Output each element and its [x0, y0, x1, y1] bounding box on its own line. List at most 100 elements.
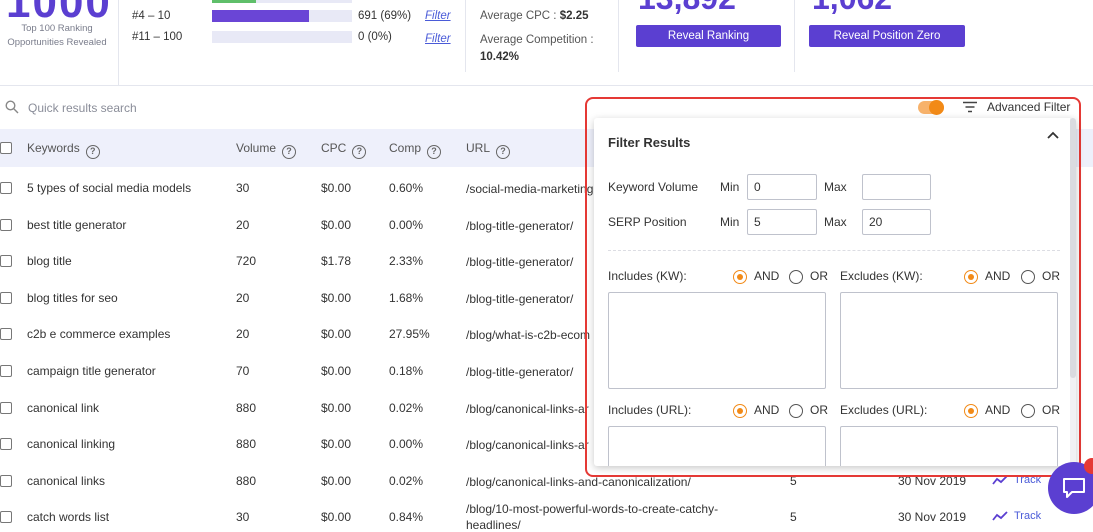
track-label: Track	[1014, 510, 1042, 522]
row-checkbox[interactable]	[0, 365, 12, 377]
track-button[interactable]: Track	[992, 510, 1041, 522]
reveal-position-zero-button[interactable]: Reveal Position Zero	[809, 25, 965, 47]
range-bar	[212, 10, 352, 22]
min-label: Min	[720, 215, 740, 229]
url-cell[interactable]: /blog/10-most-powerful-words-to-create-c…	[466, 501, 736, 532]
volume-cell: 20	[236, 218, 250, 232]
date-cell: 30 Nov 2019	[898, 510, 967, 524]
keyword-cell: canonical linking	[27, 437, 116, 451]
cpc-cell: $0.00	[321, 437, 352, 451]
excludes-url-and-radio[interactable]	[964, 404, 978, 418]
serp-position-label: SERP Position	[608, 215, 687, 229]
range-bar-fill	[212, 10, 309, 22]
summary-strip: 1000 Top 100 Ranking Opportunities Revea…	[0, 0, 1093, 86]
volume-cell: 880	[236, 401, 257, 415]
includes-url-textarea[interactable]	[608, 426, 826, 466]
row-checkbox[interactable]	[0, 475, 12, 487]
filter-panel-scrollbar[interactable]	[1070, 118, 1076, 466]
cpc-cell: $1.78	[321, 254, 352, 268]
row-checkbox[interactable]	[0, 219, 12, 231]
row-checkbox[interactable]	[0, 328, 12, 340]
col-keywords[interactable]: Keywords?	[27, 141, 100, 159]
includes-url-and-radio[interactable]	[733, 404, 747, 418]
comp-cell: 27.95%	[389, 327, 430, 341]
serp-position-min-input[interactable]	[747, 209, 817, 235]
keyword-volume-min-input[interactable]	[747, 174, 817, 200]
comp-cell: 0.02%	[389, 401, 424, 415]
range-filter-link[interactable]: Filter	[425, 10, 451, 22]
comp-cell: 0.60%	[389, 181, 424, 195]
excludes-kw-textarea[interactable]	[840, 292, 1058, 389]
notification-badge	[1084, 458, 1093, 474]
serp-position-max-input[interactable]	[862, 209, 931, 235]
comp-cell: 2.33%	[389, 254, 424, 268]
cpc-cell: $0.00	[321, 181, 352, 195]
comp-cell: 0.84%	[389, 510, 424, 524]
cpc-cell: $0.00	[321, 327, 352, 341]
includes-kw-textarea[interactable]	[608, 292, 826, 389]
keyword-volume-label: Keyword Volume	[608, 180, 699, 194]
keyword-cell: blog title	[27, 254, 72, 268]
includes-kw-or-radio[interactable]	[789, 270, 803, 284]
row-checkbox[interactable]	[0, 438, 12, 450]
excludes-kw-or-radio[interactable]	[1021, 270, 1035, 284]
avg-cpc-value: $2.25	[559, 10, 589, 22]
and-label: AND	[985, 403, 1011, 417]
table-row[interactable]: catch words list 30 $0.00 0.84% /blog/10-mos…	[0, 499, 1093, 532]
ranking-count: 13,892	[638, 0, 736, 17]
range-bar-top	[212, 0, 352, 3]
excludes-url-textarea[interactable]	[840, 426, 1058, 466]
help-icon[interactable]: ?	[282, 145, 297, 159]
or-label: OR	[1042, 403, 1060, 417]
includes-kw-and-radio[interactable]	[733, 270, 747, 284]
chat-icon	[1063, 478, 1085, 498]
comp-cell: 1.68%	[389, 291, 424, 305]
reveal-ranking-button[interactable]: Reveal Ranking	[636, 25, 781, 47]
volume-cell: 70	[236, 364, 250, 378]
col-volume[interactable]: Volume?	[236, 141, 297, 159]
col-cpc[interactable]: CPC?	[321, 141, 367, 159]
volume-cell: 20	[236, 291, 250, 305]
col-url[interactable]: URL?	[466, 141, 511, 159]
avg-competition-value: 10.42%	[480, 51, 520, 63]
col-url-label: URL	[466, 141, 491, 155]
help-icon[interactable]: ?	[352, 145, 367, 159]
select-all-checkbox[interactable]	[0, 142, 12, 154]
volume-cell: 20	[236, 327, 250, 341]
excludes-kw-and-radio[interactable]	[964, 270, 978, 284]
quick-search-input[interactable]	[28, 97, 328, 119]
row-checkbox[interactable]	[0, 292, 12, 304]
row-checkbox[interactable]	[0, 255, 12, 267]
includes-url-label: Includes (URL):	[608, 403, 692, 417]
or-label: OR	[810, 269, 828, 283]
divider	[118, 0, 119, 86]
row-checkbox[interactable]	[0, 402, 12, 414]
volume-cell: 720	[236, 254, 257, 268]
keyword-volume-max-input[interactable]	[862, 174, 931, 200]
max-label: Max	[824, 180, 847, 194]
row-checkbox[interactable]	[0, 182, 12, 194]
position-cell: 5	[790, 510, 797, 524]
cpc-cell: $0.00	[321, 291, 352, 305]
avg-cpc: Average CPC : $2.25	[480, 10, 588, 22]
divider	[608, 250, 1060, 251]
help-icon[interactable]: ?	[85, 145, 100, 159]
help-icon[interactable]: ?	[496, 145, 511, 159]
excludes-kw-label: Excludes (KW):	[840, 269, 923, 283]
includes-kw-label: Includes (KW):	[608, 269, 687, 283]
help-icon[interactable]: ?	[427, 145, 442, 159]
range-bar	[212, 31, 352, 43]
range-filter-link[interactable]: Filter	[425, 33, 451, 45]
range-label: #11 – 100	[132, 31, 183, 43]
cpc-cell: $0.00	[321, 364, 352, 378]
row-checkbox[interactable]	[0, 511, 12, 523]
and-label: AND	[754, 269, 780, 283]
col-volume-label: Volume	[236, 141, 277, 155]
chevron-up-icon[interactable]	[1046, 130, 1060, 140]
col-comp[interactable]: Comp?	[389, 141, 442, 159]
includes-url-or-radio[interactable]	[789, 404, 803, 418]
excludes-url-or-radio[interactable]	[1021, 404, 1035, 418]
keyword-cell: c2b e commerce examples	[27, 327, 171, 341]
keyword-cell: canonical link	[27, 401, 100, 415]
search-icon	[5, 100, 19, 114]
